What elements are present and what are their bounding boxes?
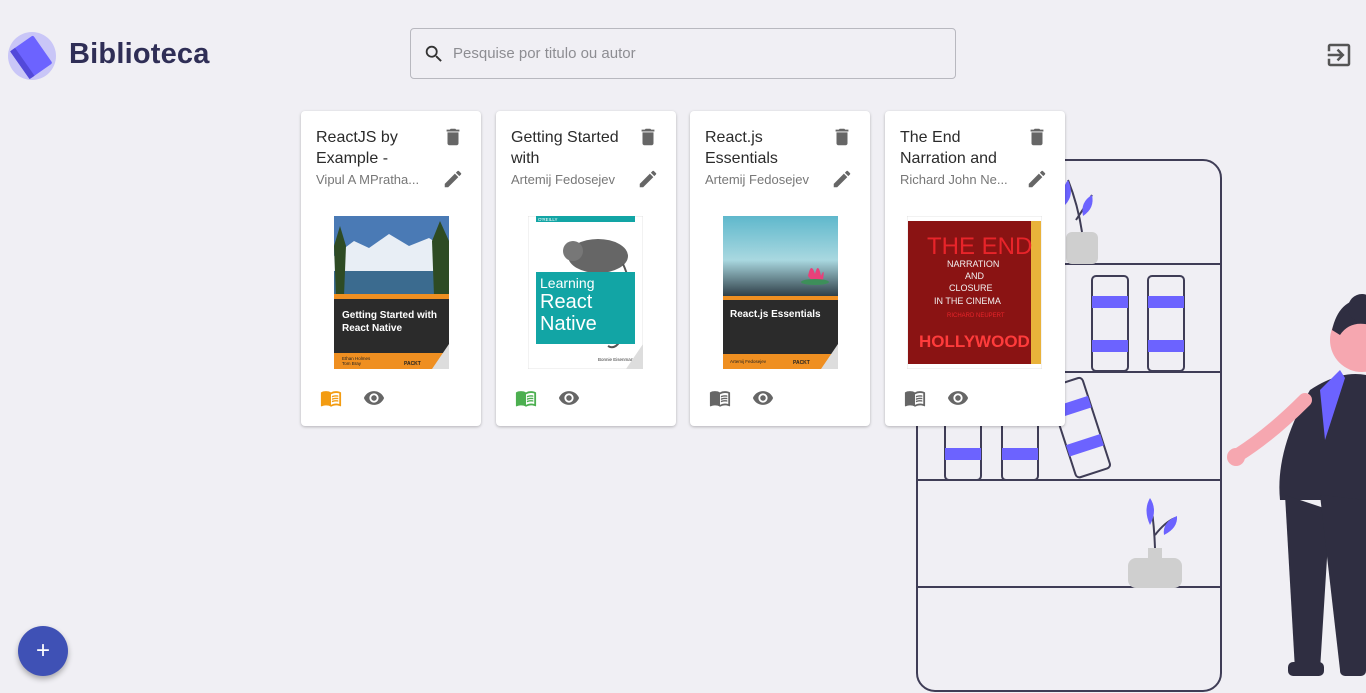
book-title: ReactJS by Example - [316, 129, 398, 167]
book-cover: React.js Essentials Artemij Fedosejev PA… [723, 216, 838, 369]
open-book-icon[interactable] [903, 387, 927, 409]
book-card[interactable]: React.js Essentials Artemij Fedosejev Re… [690, 111, 870, 426]
open-book-icon[interactable] [319, 387, 343, 409]
add-book-button[interactable]: + [18, 626, 68, 676]
book-author: Vipul A MPratha... [316, 172, 420, 187]
book-cover: THE END NARRATION AND CLOSURE IN THE CIN… [907, 216, 1042, 369]
trash-icon[interactable] [637, 126, 659, 148]
book-author: Richard John Ne... [900, 172, 1008, 187]
book-card[interactable]: ReactJS by Example - Vipul A MPratha... … [301, 111, 481, 426]
pencil-icon[interactable] [1026, 168, 1048, 190]
cover-author: Tom Bray [342, 361, 362, 366]
eye-icon[interactable] [946, 387, 970, 409]
trash-icon[interactable] [442, 126, 464, 148]
book-cover: O'REILLY Learning React Native Bonnie Ei… [528, 216, 643, 369]
cover-title-line: React.js Essentials [730, 309, 821, 320]
search-icon [425, 45, 442, 62]
book-title: The End Narration and [900, 129, 997, 167]
plus-icon: + [35, 637, 50, 664]
eye-icon[interactable] [751, 387, 775, 409]
book-title: React.js Essentials [705, 129, 778, 167]
cover-title-line: AND [965, 271, 985, 281]
pencil-icon[interactable] [831, 168, 853, 190]
book-title: Getting Started with [511, 129, 619, 167]
cover-title-line: THE END [927, 233, 1032, 260]
cover-author: Bonnie Eisenman [598, 357, 634, 362]
cover-author: RICHARD NEUPERT [947, 313, 1005, 319]
book-author: Artemij Fedosejev [511, 172, 616, 187]
trash-icon[interactable] [831, 126, 853, 148]
book-card[interactable]: Getting Started with Artemij Fedosejev O… [496, 111, 676, 426]
search-box[interactable] [410, 28, 956, 79]
pencil-icon[interactable] [442, 168, 464, 190]
cover-author: Artemij Fedosejev [730, 359, 767, 364]
trash-icon[interactable] [1026, 126, 1048, 148]
cover-title-line: Native [540, 313, 597, 335]
app-title: Biblioteca [69, 38, 210, 70]
cover-title-line: React Native [342, 323, 402, 334]
logout-icon[interactable] [1324, 40, 1354, 70]
cover-title-line: React [540, 291, 593, 313]
cover-title-line: CLOSURE [949, 283, 993, 293]
cover-publisher: PACKT [793, 360, 810, 366]
book-logo-icon [8, 32, 56, 80]
pencil-icon[interactable] [637, 168, 659, 190]
cover-footer: HOLLYWOOD [919, 332, 1030, 351]
open-book-icon[interactable] [708, 387, 732, 409]
open-book-icon[interactable] [514, 387, 538, 409]
eye-icon[interactable] [557, 387, 581, 409]
cover-title-line: Getting Started with [342, 310, 437, 321]
eye-icon[interactable] [362, 387, 386, 409]
cover-title-line: IN THE CINEMA [934, 296, 1001, 306]
search-input[interactable] [453, 45, 955, 62]
book-card[interactable]: The End Narration and Richard John Ne...… [885, 111, 1065, 426]
cover-brand: O'REILLY [538, 217, 558, 222]
cover-title-line: Learning [540, 275, 595, 291]
book-author: Artemij Fedosejev [705, 172, 810, 187]
cover-title-line: NARRATION [947, 259, 999, 269]
book-cover: Getting Started with React Native Ethan … [334, 216, 449, 369]
cover-publisher: PACKT [404, 361, 421, 367]
